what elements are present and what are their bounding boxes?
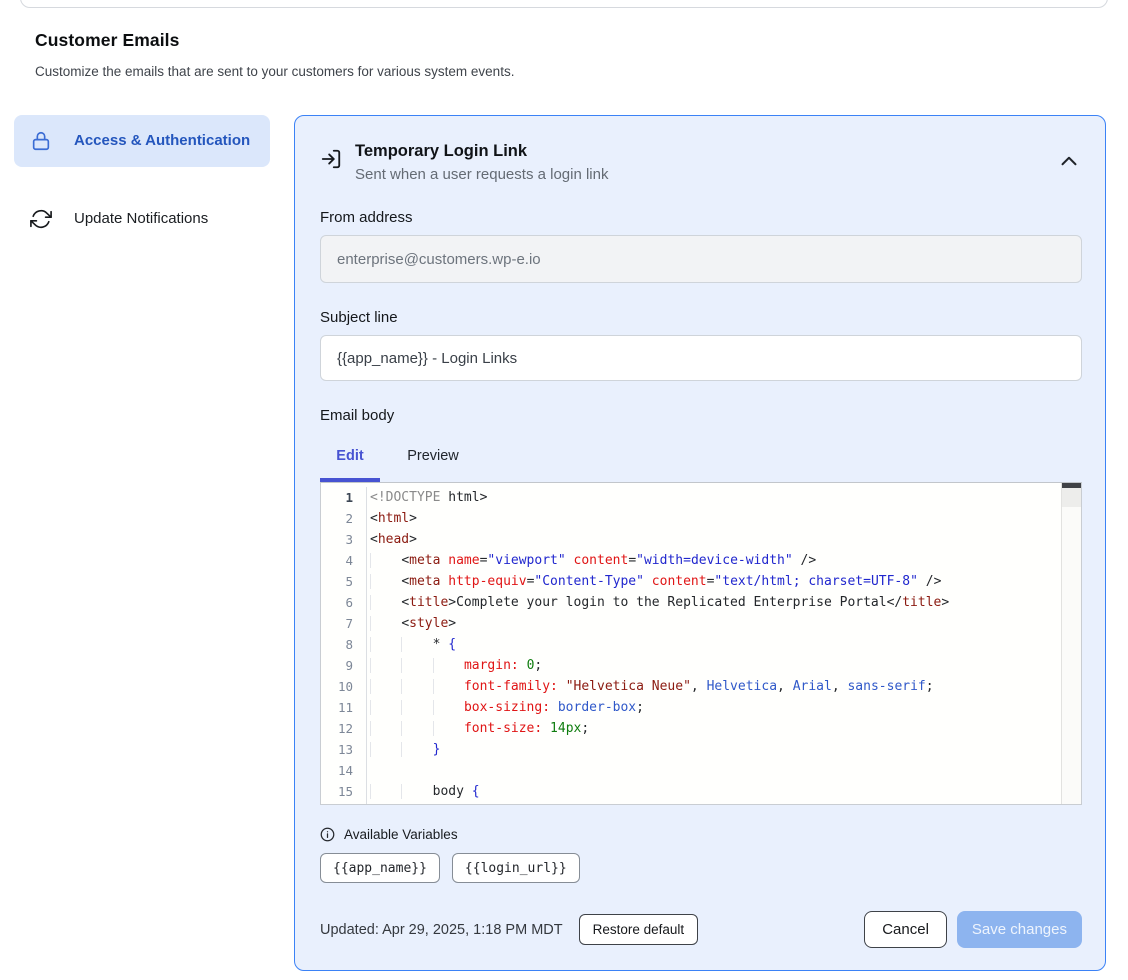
panel-header: Temporary Login Link Sent when a user re… [320, 142, 1082, 183]
previous-card-edge [20, 0, 1108, 8]
sidebar-item-access-authentication[interactable]: Access & Authentication [14, 115, 270, 167]
email-settings-panel: Temporary Login Link Sent when a user re… [294, 115, 1106, 971]
refresh-icon [30, 208, 52, 230]
save-changes-button[interactable]: Save changes [957, 911, 1082, 948]
email-body-tabs: Edit Preview [320, 437, 1082, 482]
from-address-input[interactable] [320, 235, 1082, 283]
variable-chip-app-name[interactable]: {{app_name}} [320, 853, 440, 883]
cancel-button[interactable]: Cancel [864, 911, 947, 948]
sidebar-item-update-notifications[interactable]: Update Notifications [14, 193, 270, 245]
from-address-label: From address [320, 209, 1082, 226]
code-editor[interactable]: 1<!DOCTYPE html>2<html>3<head>4 <meta na… [320, 482, 1082, 805]
panel-footer: Updated: Apr 29, 2025, 1:18 PM MDT Resto… [320, 911, 1082, 948]
sidebar-item-label: Update Notifications [74, 207, 208, 231]
sidebar-item-label: Access & Authentication [74, 129, 250, 153]
page-title: Customer Emails [35, 30, 1128, 51]
sidebar: Access & Authentication Update Notificat… [14, 115, 270, 971]
scrollbar-thumb[interactable] [1062, 483, 1081, 488]
panel-subtitle: Sent when a user requests a login link [355, 166, 1056, 183]
log-in-icon [320, 148, 342, 170]
chevron-up-icon [1056, 148, 1082, 174]
code-lines: 1<!DOCTYPE html>2<html>3<head>4 <meta na… [321, 483, 1081, 805]
subject-line-label: Subject line [320, 309, 1082, 326]
variable-chip-login-url[interactable]: {{login_url}} [452, 853, 580, 883]
restore-default-button[interactable]: Restore default [579, 914, 699, 945]
page-header: Customer Emails Customize the emails tha… [0, 0, 1128, 79]
updated-timestamp: Updated: Apr 29, 2025, 1:18 PM MDT [320, 922, 563, 938]
editor-scrollbar[interactable] [1061, 483, 1081, 804]
email-body-label: Email body [320, 407, 1082, 424]
tab-preview[interactable]: Preview [395, 437, 471, 482]
tab-edit[interactable]: Edit [320, 437, 380, 482]
subject-line-input[interactable] [320, 335, 1082, 381]
panel-title: Temporary Login Link [355, 142, 1056, 161]
info-icon [320, 827, 335, 842]
collapse-section-button[interactable] [1056, 148, 1082, 174]
available-variables-label: Available Variables [344, 827, 458, 842]
page-description: Customize the emails that are sent to yo… [35, 64, 1128, 79]
available-variables-header: Available Variables [320, 827, 1082, 842]
lock-icon [30, 130, 52, 152]
